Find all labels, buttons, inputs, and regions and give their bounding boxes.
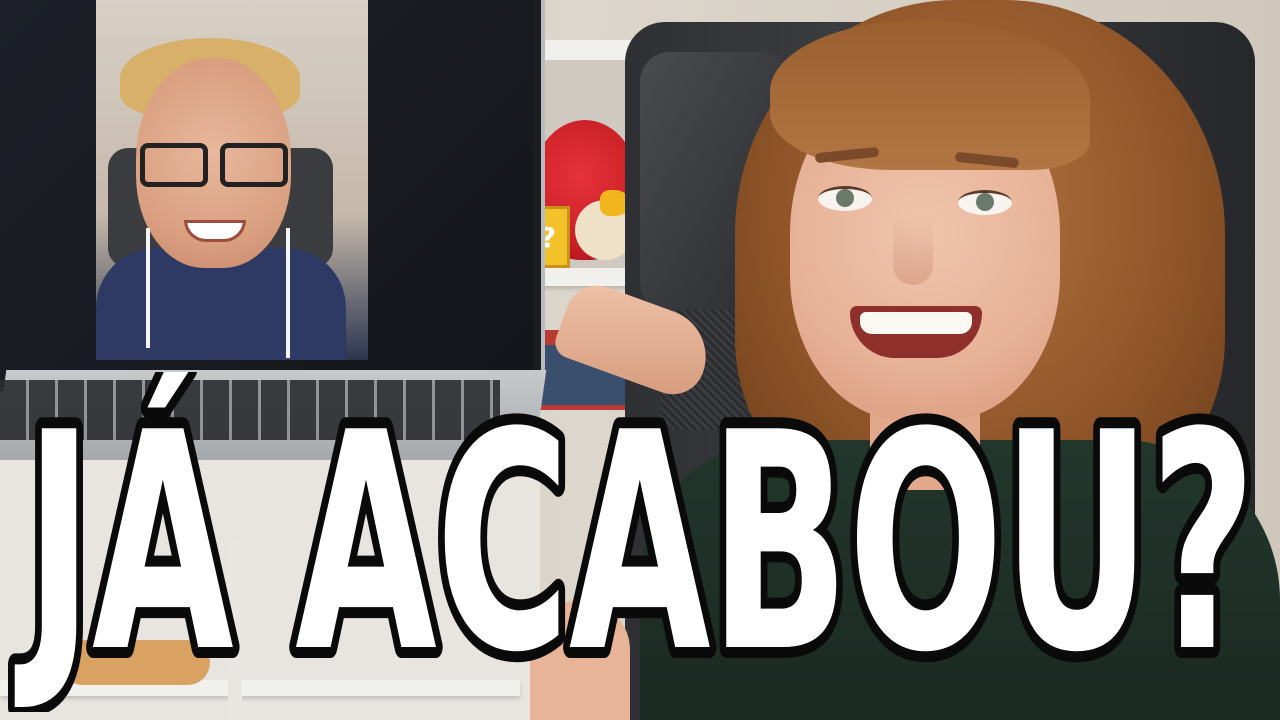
plush-toy bbox=[60, 640, 210, 685]
laptop-screen bbox=[0, 0, 533, 378]
lower-hand bbox=[530, 600, 630, 720]
laptop-keyboard bbox=[0, 380, 500, 440]
video-call-window bbox=[96, 0, 368, 360]
earphone-cable-left bbox=[146, 228, 150, 348]
glasses-right-lens bbox=[220, 143, 288, 187]
laptop-lid bbox=[0, 0, 545, 395]
glasses-left-lens bbox=[140, 143, 208, 187]
earphone-cable-right bbox=[286, 228, 290, 358]
woman-nose bbox=[893, 215, 933, 285]
lower-shelf-divider bbox=[228, 540, 242, 720]
woman-mouth bbox=[850, 306, 982, 358]
photo-scene: ? bbox=[0, 0, 1280, 720]
woman-teeth bbox=[860, 312, 972, 334]
left-iris bbox=[836, 189, 854, 207]
right-iris bbox=[976, 193, 994, 211]
